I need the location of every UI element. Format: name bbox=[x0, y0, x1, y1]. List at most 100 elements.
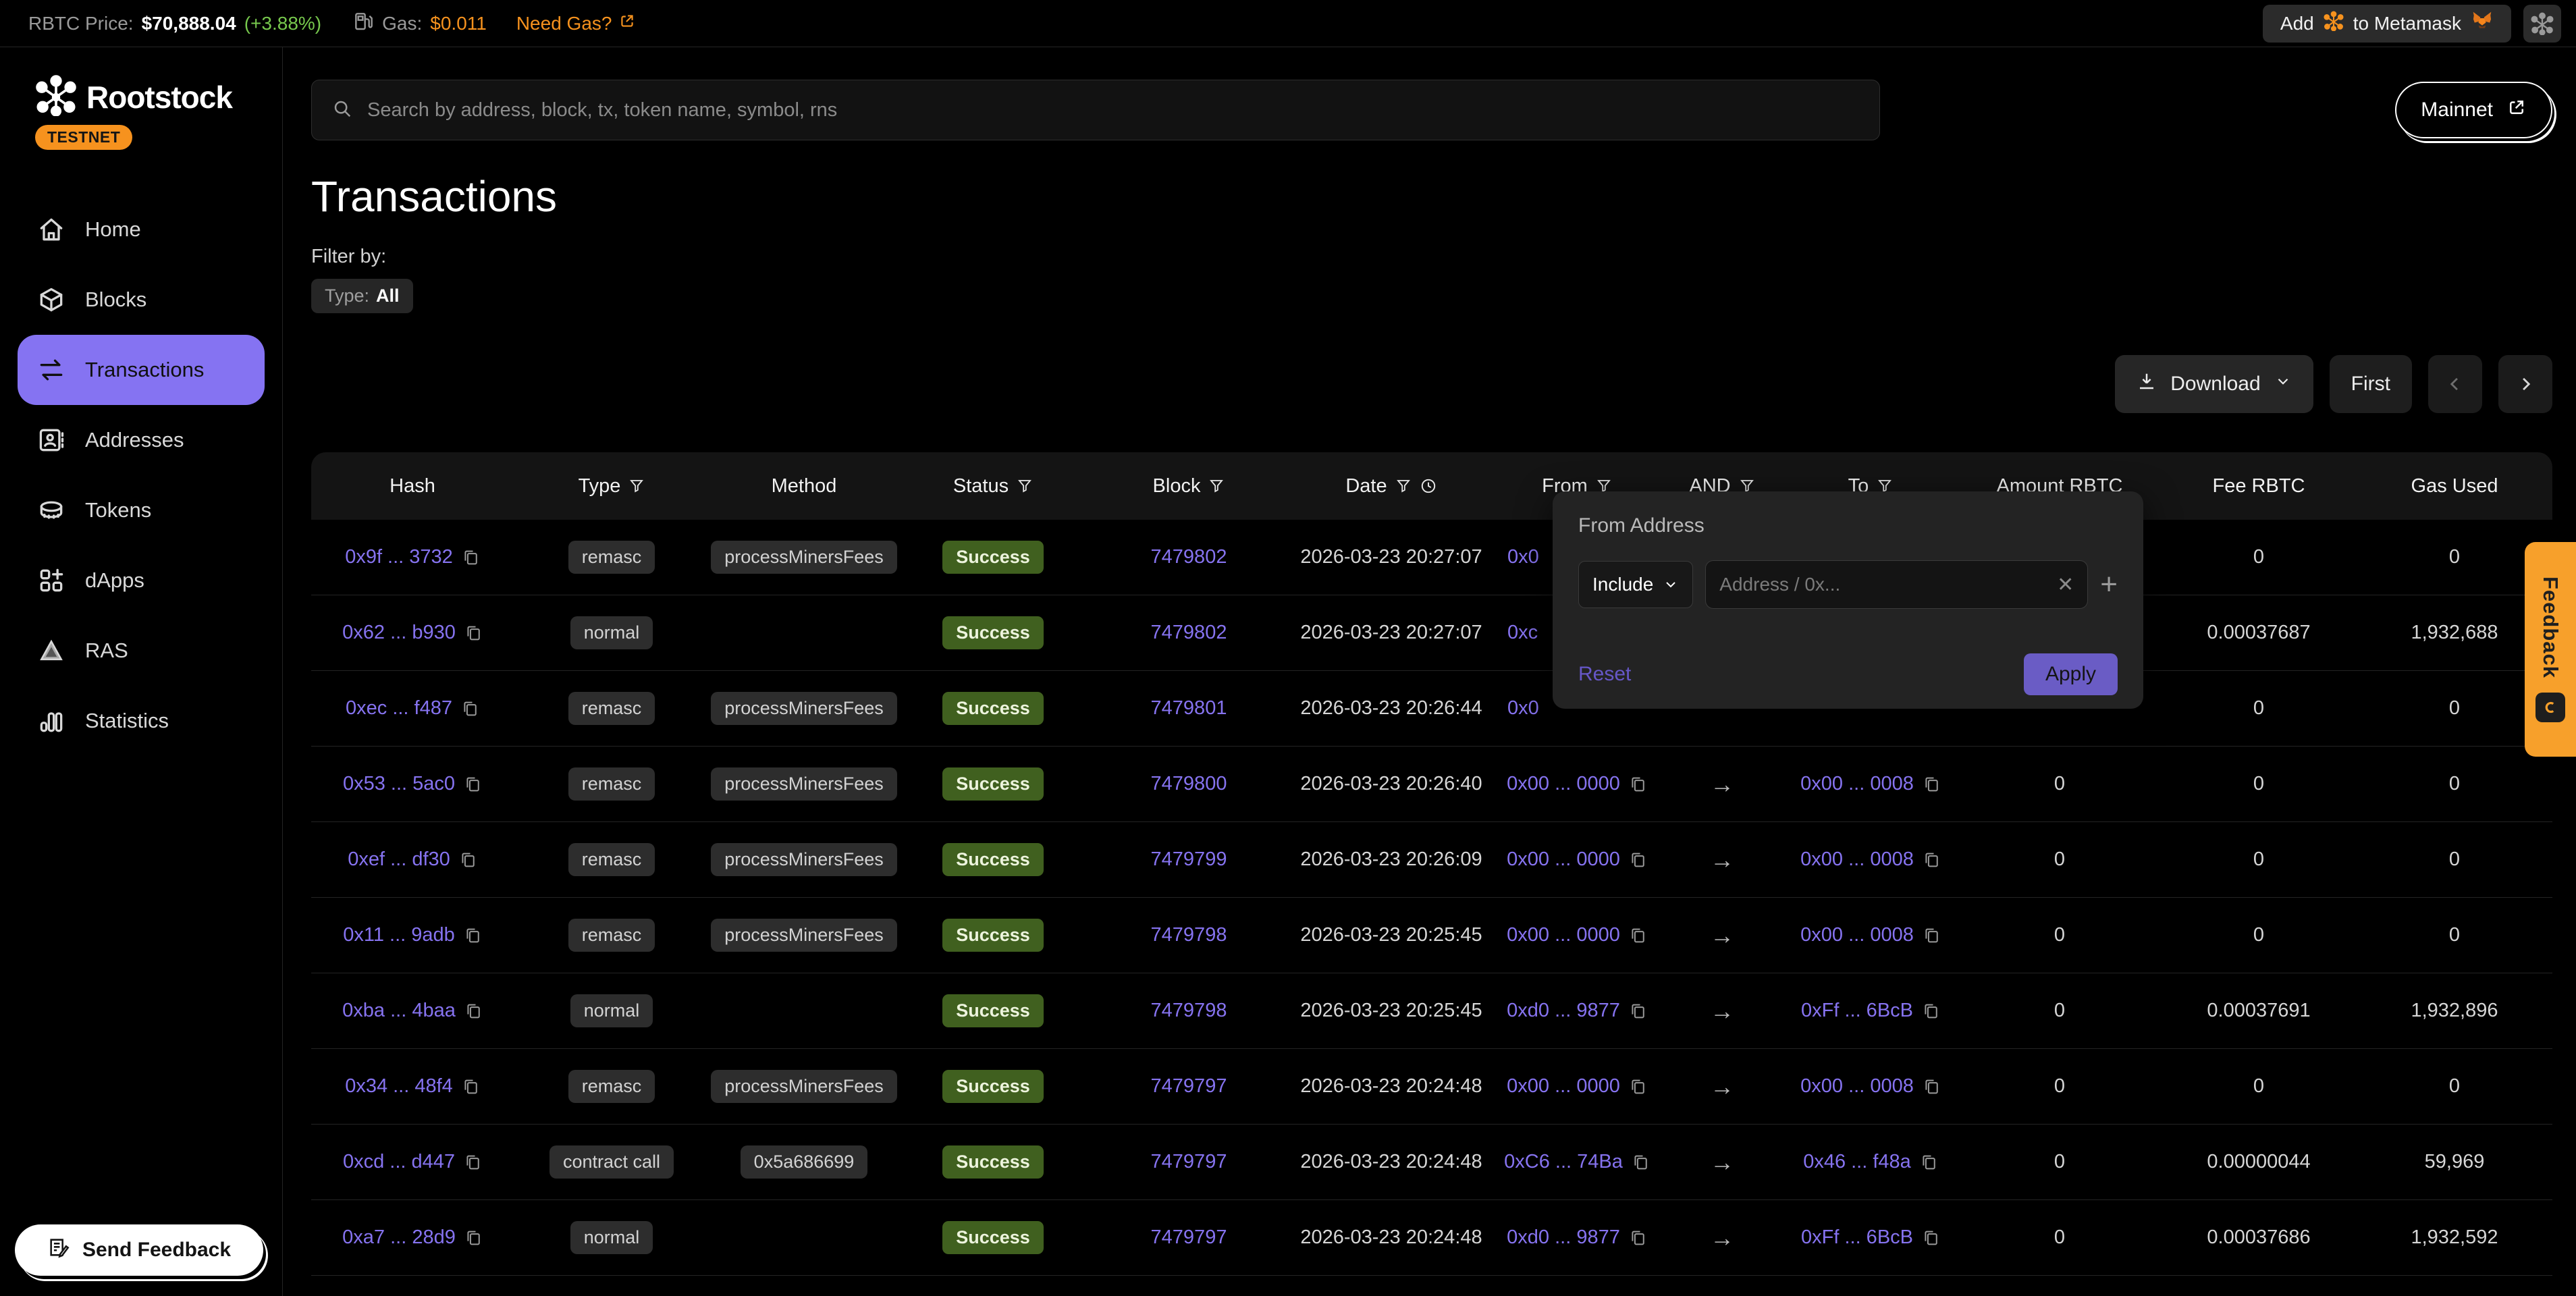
to-address-link[interactable]: 0xFf ... 6BcB bbox=[1801, 1000, 1913, 1022]
from-address-link[interactable]: 0x00 ... 0000 bbox=[1507, 924, 1620, 946]
mainnet-button[interactable]: Mainnet bbox=[2395, 82, 2552, 138]
copy-icon[interactable] bbox=[1921, 1228, 1940, 1247]
from-address-link[interactable]: 0x00 ... 0000 bbox=[1507, 848, 1620, 871]
copy-icon[interactable] bbox=[463, 1153, 482, 1172]
filter-funnel-icon[interactable] bbox=[1017, 478, 1033, 494]
previous-page-button[interactable] bbox=[2428, 355, 2482, 413]
download-button[interactable]: Download bbox=[2115, 355, 2313, 413]
block-link[interactable]: 7479798 bbox=[1151, 924, 1227, 946]
feedback-side-tab[interactable]: Feedback bbox=[2525, 542, 2576, 757]
copy-icon[interactable] bbox=[1922, 1077, 1941, 1096]
need-gas-link[interactable]: Need Gas? bbox=[516, 12, 637, 34]
table-row: 0x34 ... 48f4remascprocessMinersFeesSucc… bbox=[311, 1049, 2552, 1125]
from-address-link[interactable]: 0xd0 ... 9877 bbox=[1507, 1000, 1620, 1022]
block-link[interactable]: 7479800 bbox=[1151, 773, 1227, 795]
copy-icon[interactable] bbox=[458, 850, 477, 869]
copy-icon[interactable] bbox=[1628, 1002, 1647, 1021]
copy-icon[interactable] bbox=[464, 624, 483, 643]
tx-hash-link[interactable]: 0x53 ... 5ac0 bbox=[343, 773, 455, 795]
copy-icon[interactable] bbox=[464, 1228, 483, 1247]
copy-icon[interactable] bbox=[1922, 926, 1941, 945]
sidebar-item-home[interactable]: Home bbox=[18, 194, 265, 265]
logo-block[interactable]: Rootstock TESTNET bbox=[0, 74, 282, 150]
sidebar-item-tokens[interactable]: Tokens bbox=[18, 475, 265, 545]
sidebar-item-statistics[interactable]: Statistics bbox=[18, 686, 265, 756]
block-link[interactable]: 7479797 bbox=[1151, 1151, 1227, 1173]
copy-icon[interactable] bbox=[1628, 850, 1647, 869]
copy-icon[interactable] bbox=[1628, 775, 1647, 794]
to-address-link[interactable]: 0x46 ... f48a bbox=[1803, 1151, 1911, 1173]
tx-hash-link[interactable]: 0x11 ... 9adb bbox=[343, 924, 455, 946]
add-condition-icon[interactable]: + bbox=[2100, 570, 2118, 599]
next-page-button[interactable] bbox=[2498, 355, 2552, 413]
column-header-block[interactable]: Block bbox=[1088, 475, 1290, 497]
from-address-link[interactable]: 0x00 ... 0000 bbox=[1507, 773, 1620, 795]
copy-icon[interactable] bbox=[1919, 1153, 1938, 1172]
sidebar-item-addresses[interactable]: Addresses bbox=[18, 405, 265, 475]
tx-hash-link[interactable]: 0xba ... 4baa bbox=[342, 1000, 456, 1022]
copy-icon[interactable] bbox=[461, 548, 480, 567]
copy-icon[interactable] bbox=[1628, 1228, 1647, 1247]
to-address-link[interactable]: 0x00 ... 0008 bbox=[1800, 848, 1914, 871]
tx-hash-link[interactable]: 0x34 ... 48f4 bbox=[345, 1075, 453, 1098]
block-link[interactable]: 7479801 bbox=[1151, 697, 1227, 720]
tx-hash-link[interactable]: 0xef ... df30 bbox=[348, 848, 450, 871]
tx-hash-link[interactable]: 0xa7 ... 28d9 bbox=[342, 1226, 456, 1249]
rootstock-apps-button[interactable] bbox=[2523, 5, 2561, 43]
address-filter-input[interactable] bbox=[1719, 574, 2049, 595]
copy-icon[interactable] bbox=[463, 926, 482, 945]
sidebar-item-dapps[interactable]: dApps bbox=[18, 545, 265, 616]
column-header-date[interactable]: Date bbox=[1290, 475, 1493, 497]
copy-icon[interactable] bbox=[1922, 775, 1941, 794]
reset-button[interactable]: Reset bbox=[1578, 663, 1631, 686]
send-feedback-button[interactable]: Send Feedback bbox=[15, 1224, 263, 1276]
home-icon bbox=[36, 215, 66, 244]
tx-hash-link[interactable]: 0xec ... f487 bbox=[346, 697, 452, 720]
search-input[interactable] bbox=[367, 99, 1859, 122]
sidebar-item-blocks[interactable]: Blocks bbox=[18, 265, 265, 335]
from-address-link[interactable]: 0xC6 ... 74Ba bbox=[1504, 1151, 1623, 1173]
column-header-type[interactable]: Type bbox=[514, 475, 709, 497]
apply-button[interactable]: Apply bbox=[2024, 653, 2118, 695]
block-link[interactable]: 7479799 bbox=[1151, 848, 1227, 871]
copy-icon[interactable] bbox=[461, 1077, 480, 1096]
copy-icon[interactable] bbox=[460, 699, 479, 718]
sidebar-item-transactions[interactable]: Transactions bbox=[18, 335, 265, 405]
copy-icon[interactable] bbox=[1921, 1002, 1940, 1021]
to-address-link[interactable]: 0xFf ... 6BcB bbox=[1801, 1226, 1913, 1249]
block-link[interactable]: 7479797 bbox=[1151, 1075, 1227, 1098]
tx-hash-link[interactable]: 0x62 ... b930 bbox=[342, 622, 456, 644]
filter-funnel-icon[interactable] bbox=[1208, 478, 1225, 494]
block-link[interactable]: 7479797 bbox=[1151, 1226, 1227, 1249]
to-address-link[interactable]: 0x00 ... 0008 bbox=[1800, 1075, 1914, 1098]
include-exclude-select[interactable]: Include bbox=[1578, 561, 1693, 608]
to-address-link[interactable]: 0x00 ... 0008 bbox=[1800, 924, 1914, 946]
copy-icon[interactable] bbox=[1922, 850, 1941, 869]
from-address-link[interactable]: 0x00 ... 0000 bbox=[1507, 1075, 1620, 1098]
filter-funnel-icon[interactable] bbox=[1395, 478, 1412, 494]
to-address-link[interactable]: 0x00 ... 0008 bbox=[1800, 773, 1914, 795]
filter-funnel-icon[interactable] bbox=[628, 478, 645, 494]
copy-icon[interactable] bbox=[1628, 926, 1647, 945]
block-link[interactable]: 7479802 bbox=[1151, 622, 1227, 644]
add-to-metamask-button[interactable]: Add to Metamask bbox=[2263, 5, 2511, 43]
search-bar[interactable] bbox=[311, 80, 1880, 140]
type-filter-chip[interactable]: Type: All bbox=[311, 279, 413, 313]
sidebar-item-ras[interactable]: RAS bbox=[18, 616, 265, 686]
first-page-button[interactable]: First bbox=[2330, 355, 2412, 413]
clear-input-icon[interactable]: ✕ bbox=[2057, 573, 2074, 597]
tx-hash-link[interactable]: 0xcd ... d447 bbox=[343, 1151, 455, 1173]
from-address-link[interactable]: 0x0 bbox=[1507, 697, 1539, 720]
copy-icon[interactable] bbox=[464, 1002, 483, 1021]
column-header-status[interactable]: Status bbox=[898, 475, 1088, 497]
from-address-link[interactable]: 0xd0 ... 9877 bbox=[1507, 1226, 1620, 1249]
block-link[interactable]: 7479802 bbox=[1151, 546, 1227, 568]
copy-icon[interactable] bbox=[1631, 1153, 1650, 1172]
copy-icon[interactable] bbox=[463, 775, 482, 794]
tx-hash-link[interactable]: 0x9f ... 3732 bbox=[345, 546, 453, 568]
block-link[interactable]: 7479798 bbox=[1151, 1000, 1227, 1022]
from-address-link[interactable]: 0xc bbox=[1507, 622, 1538, 644]
clock-icon[interactable] bbox=[1420, 477, 1437, 495]
from-address-link[interactable]: 0x0 bbox=[1507, 546, 1539, 568]
copy-icon[interactable] bbox=[1628, 1077, 1647, 1096]
